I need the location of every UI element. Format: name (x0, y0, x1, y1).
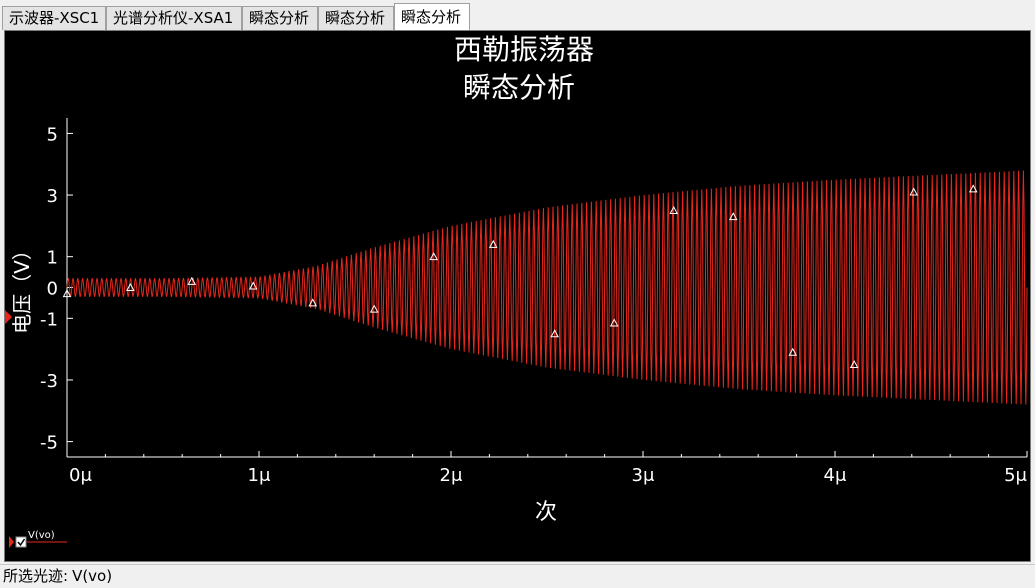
x-tick-label: 4μ (824, 465, 847, 486)
chart-title: 西勒振荡器 (454, 33, 594, 66)
chart-frame: 西勒振荡器瞬态分析 0μ 1μ 2μ 3μ 4μ 5μ 5 3 1 0 -1 -3 -5 次 电压（V） V(v… (4, 30, 1031, 562)
legend-label: V(vo) (28, 530, 55, 541)
data-marker (248, 281, 258, 290)
x-tick-label: 0μ (69, 465, 92, 486)
y-tick-label: -1 (40, 309, 58, 330)
status-value: V(vo) (72, 567, 113, 585)
y-tick-label: -5 (40, 433, 58, 454)
tab-3[interactable]: 瞬态分析 (242, 6, 318, 30)
x-tick-label: 2μ (440, 465, 463, 486)
y-tick-label: 0 (47, 279, 58, 300)
x-tick-label: 5μ (1004, 465, 1027, 486)
x-axis-label: 次 (535, 500, 557, 525)
chart-subtitle: 瞬态分析 (463, 71, 575, 104)
legend-marker (9, 536, 14, 548)
transient-chart[interactable]: 西勒振荡器瞬态分析 0μ 1μ 2μ 3μ 4μ 5μ 5 3 1 0 -1 -3 -5 次 电压（V） V(v… (5, 31, 1032, 563)
status-label: 所选光迹: (3, 567, 69, 585)
tab-1[interactable]: 示波器-XSC1 (2, 6, 106, 30)
series-vvo-line (66, 170, 1028, 405)
data-marker (849, 359, 859, 369)
y-tick-label: 5 (47, 124, 58, 145)
status-bar: 所选光迹: V(vo) (0, 564, 1035, 588)
tab-bar: 示波器-XSC1 光谱分析仪-XSA1 瞬态分析 瞬态分析 瞬态分析 (0, 0, 1035, 31)
tab-2[interactable]: 光谱分析仪-XSA1 (106, 6, 242, 30)
y-tick-label: -3 (40, 371, 58, 392)
y-axis-label: 电压（V） (10, 240, 34, 334)
tab-4[interactable]: 瞬态分析 (318, 6, 394, 30)
x-tick-label: 1μ (248, 465, 271, 486)
tab-5[interactable]: 瞬态分析 (394, 3, 470, 31)
y-tick-label: 1 (47, 248, 58, 269)
x-tick-label: 3μ (632, 465, 655, 486)
data-marker (126, 282, 135, 291)
y-tick-label: 3 (47, 186, 58, 207)
